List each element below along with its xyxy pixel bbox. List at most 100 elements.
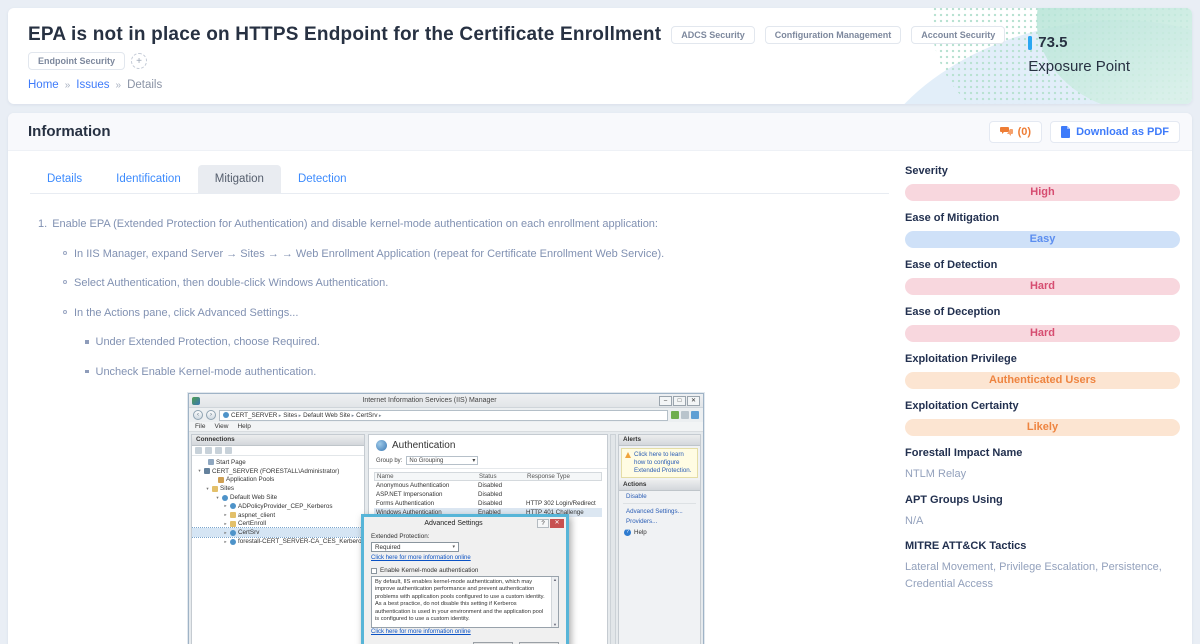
extended-protection-dropdown: Required▾ <box>371 542 459 552</box>
breadcrumb-separator: » <box>116 80 122 91</box>
exploitation-privilege-badge: Authenticated Users <box>905 372 1180 389</box>
ease-of-deception-badge: Hard <box>905 325 1180 342</box>
tree-item: ADPolicyProvider_CEP_Kerberos <box>238 503 333 510</box>
app-pools-icon <box>218 477 224 483</box>
address-segment: CertSrv <box>356 412 381 419</box>
alert-message-box: Click here to learn how to configure Ext… <box>621 448 698 478</box>
tag-endpoint-security: Endpoint Security <box>28 52 125 70</box>
download-pdf-button[interactable]: Download as PDF <box>1050 121 1180 143</box>
exposure-value: 73.5 <box>1038 34 1067 51</box>
divider <box>623 503 696 504</box>
help-icon: ? <box>624 529 631 536</box>
address-segment: Sites <box>283 412 301 419</box>
close-icon: ✕ <box>687 396 700 406</box>
tree-item: Sites <box>220 485 234 492</box>
website-icon <box>230 503 236 509</box>
exposure-bar-icon <box>1028 36 1032 50</box>
iis-window-title: Internet Information Services (IIS) Mana… <box>200 397 659 404</box>
tree-item: Application Pools <box>226 476 274 483</box>
add-tag-button[interactable]: + <box>131 53 147 69</box>
minimize-icon: – <box>659 396 672 406</box>
iis-address-bar: ‹ › CERT_SERVER Sites Default Web Site C… <box>189 408 703 422</box>
tab-identification[interactable]: Identification <box>99 165 198 193</box>
information-title: Information <box>28 123 111 140</box>
iis-app-icon <box>192 397 200 405</box>
bullet-icon <box>63 280 67 284</box>
tree-item: CertEnroll <box>238 520 266 527</box>
more-info-link: Click here for more information online <box>371 629 471 635</box>
site-icon <box>223 412 229 418</box>
actions-panel: Alerts Click here to learn how to config… <box>618 434 701 644</box>
breadcrumb-home-link[interactable]: Home <box>28 79 59 91</box>
exploitation-certainty-label: Exploitation Certainty <box>905 400 1180 412</box>
tab-bar: Details Identification Mitigation Detect… <box>30 165 889 194</box>
action-disable: Disable <box>619 491 700 501</box>
action-advanced-settings: Advanced Settings... <box>619 506 700 516</box>
tab-mitigation[interactable]: Mitigation <box>198 165 281 193</box>
breadcrumb-current: Details <box>127 79 162 91</box>
forestall-impact-name-label: Forestall Impact Name <box>905 447 1180 459</box>
start-page-icon <box>208 459 214 465</box>
severity-badge: High <box>905 184 1180 201</box>
exposure-label: Exposure Point <box>1028 58 1130 75</box>
mitre-tactics-label: MITRE ATT&CK Tactics <box>905 540 1180 552</box>
warning-icon <box>625 452 631 458</box>
tab-detection[interactable]: Detection <box>281 165 364 193</box>
table-row: Anonymous AuthenticationDisabled <box>374 481 602 490</box>
tag-adcs-security: ADCS Security <box>671 26 755 44</box>
mitigation-sub-3: In the Actions pane, click Advanced Sett… <box>74 305 298 322</box>
tree-item: Default Web Site <box>230 494 277 501</box>
list-number: 1. <box>38 216 47 233</box>
header-card: EPA is not in place on HTTPS Endpoint fo… <box>8 8 1192 104</box>
comments-button[interactable]: (0) <box>989 121 1042 143</box>
back-icon: ‹ <box>193 410 203 420</box>
bullet-icon <box>85 340 89 344</box>
table-row: ASP.NET ImpersonationDisabled <box>374 490 602 499</box>
mitigation-sub-3b: Uncheck Enable Kernel-mode authenticatio… <box>96 364 317 381</box>
server-icon <box>204 468 210 474</box>
description-box: By default, IIS enables kernel-mode auth… <box>371 576 559 628</box>
mitigation-sub-2: Select Authentication, then double-click… <box>74 275 388 292</box>
bullet-icon <box>63 251 67 255</box>
address-segment: Default Web Site <box>303 412 354 419</box>
window-controls: –□✕ <box>659 396 700 406</box>
mitigation-sub-1: In IIS Manager, expand Server → Sites → … <box>74 246 664 263</box>
comments-icon <box>1000 126 1013 137</box>
alerts-header: Alerts <box>619 435 700 446</box>
website-icon <box>230 539 236 545</box>
tag-configuration-management: Configuration Management <box>765 26 902 44</box>
exploitation-certainty-badge: Likely <box>905 419 1180 436</box>
breadcrumb-issues-link[interactable]: Issues <box>76 79 109 91</box>
iis-title-bar: Internet Information Services (IIS) Mana… <box>189 394 703 408</box>
comments-count: (0) <box>1018 126 1031 138</box>
authentication-title: Authentication <box>392 440 455 451</box>
forward-icon: › <box>206 410 216 420</box>
column-header: Name <box>377 473 479 480</box>
action-help: Help <box>634 529 647 536</box>
mitigation-sub-3a: Under Extended Protection, choose Requir… <box>96 334 320 351</box>
folder-icon <box>212 486 218 492</box>
maximize-icon: □ <box>673 396 686 406</box>
tab-details[interactable]: Details <box>30 165 99 193</box>
severity-label: Severity <box>905 165 1180 177</box>
tree-item: Start Page <box>216 459 246 466</box>
address-breadcrumb: CERT_SERVER Sites Default Web Site CertS… <box>219 410 668 421</box>
address-segment: CERT_SERVER <box>231 412 281 419</box>
pdf-icon <box>1061 126 1071 138</box>
kernel-mode-label: Enable Kernel-mode authentication <box>380 567 478 574</box>
connections-toolbar <box>192 446 364 456</box>
column-header: Response Type <box>527 473 603 480</box>
authentication-table: Name Status Response Type Anonymous Auth… <box>374 472 602 517</box>
apt-groups-value: N/A <box>905 513 1180 530</box>
tree-item: CERT_SERVER (FORESTALL\Administrator) <box>212 468 339 475</box>
ease-of-detection-badge: Hard <box>905 278 1180 295</box>
iis-manager-screenshot: Internet Information Services (IIS) Mana… <box>188 393 704 644</box>
scrollbar <box>610 434 616 644</box>
authentication-icon <box>376 440 387 451</box>
ease-of-mitigation-badge: Easy <box>905 231 1180 248</box>
exposure-point-widget: 73.5 Exposure Point <box>1028 34 1130 75</box>
group-by-select: No Grouping▾ <box>406 456 478 465</box>
tree-item: aspnet_client <box>238 512 275 519</box>
connections-header: Connections <box>192 435 364 446</box>
exploitation-privilege-label: Exploitation Privilege <box>905 353 1180 365</box>
